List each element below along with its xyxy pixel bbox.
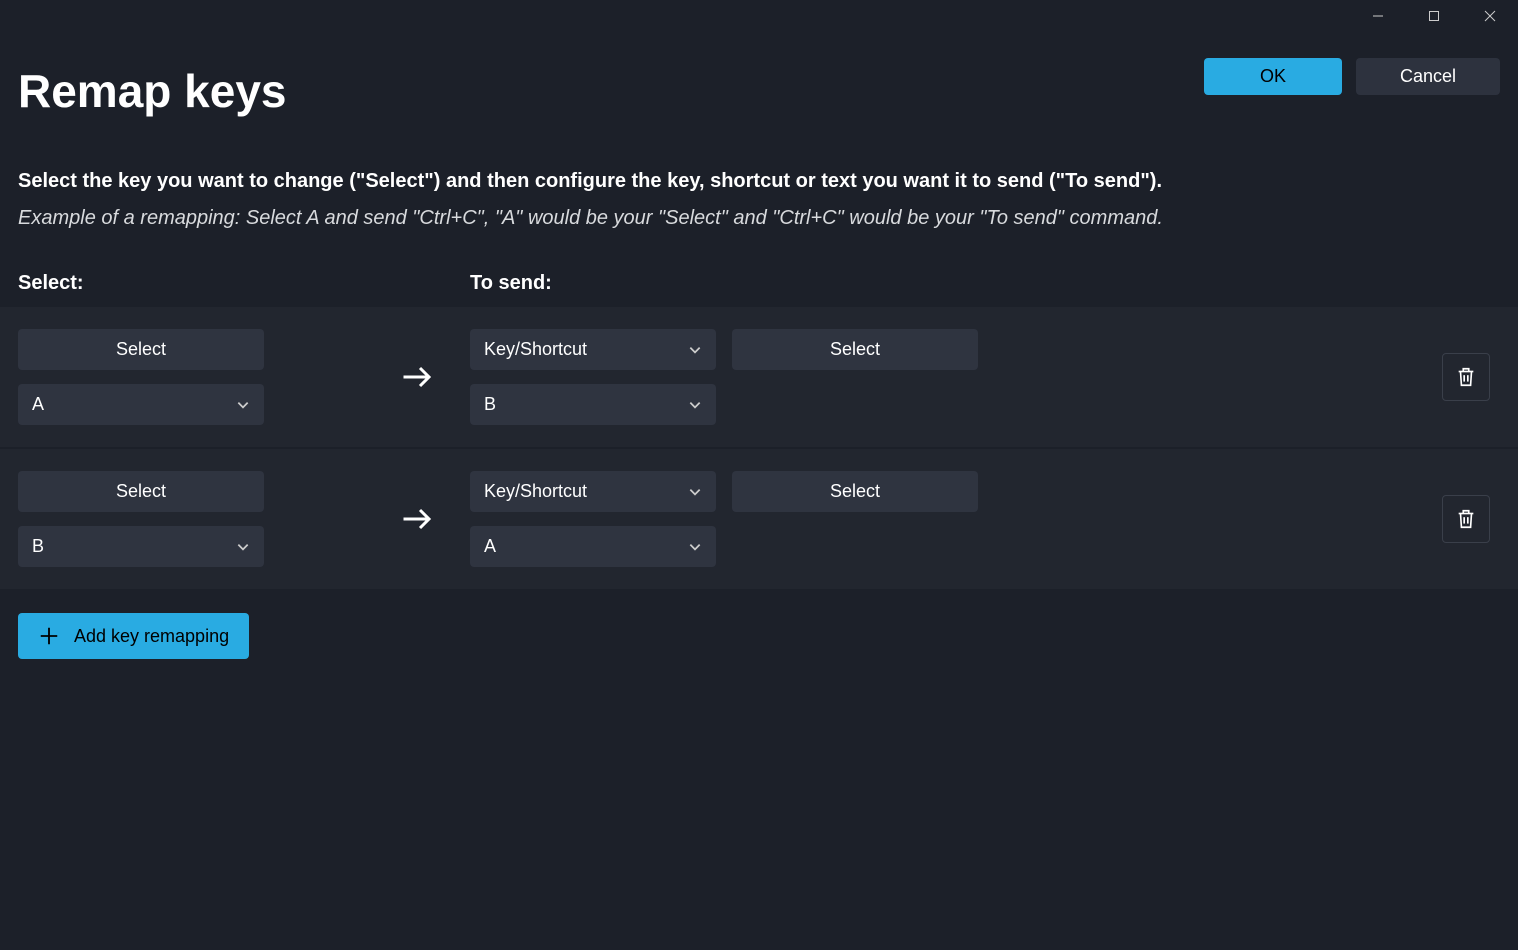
add-remapping-label: Add key remapping	[74, 626, 229, 647]
instruction-primary: Select the key you want to change ("Sele…	[18, 170, 1500, 193]
delete-mapping-button[interactable]	[1442, 495, 1490, 543]
minimize-icon	[1372, 10, 1384, 22]
trash-icon	[1455, 366, 1477, 388]
add-remapping-button[interactable]: Add key remapping	[18, 613, 249, 659]
tosend-select-button[interactable]: Select	[732, 471, 978, 512]
column-header-tosend: To send:	[470, 272, 552, 295]
add-row: Add key remapping	[0, 591, 1518, 681]
select-group: Select B	[18, 471, 364, 567]
mapping-row: Select B Key/Shortcut A Select	[0, 449, 1518, 589]
tosend-key-dropdown[interactable]: A	[470, 526, 716, 567]
tosend-type-value: Key/Shortcut	[484, 481, 587, 502]
tosend-select-button[interactable]: Select	[732, 329, 978, 370]
tosend-type-col: Key/Shortcut A	[470, 471, 716, 567]
column-headers: Select: To send:	[0, 230, 1518, 307]
select-key-button[interactable]: Select	[18, 471, 264, 512]
arrow-right-icon	[399, 359, 435, 395]
tosend-type-value: Key/Shortcut	[484, 339, 587, 360]
chevron-down-icon	[236, 540, 250, 554]
chevron-down-icon	[688, 343, 702, 357]
tosend-type-dropdown[interactable]: Key/Shortcut	[470, 329, 716, 370]
chevron-down-icon	[688, 398, 702, 412]
select-key-button[interactable]: Select	[18, 329, 264, 370]
instruction-example: Example of a remapping: Select A and sen…	[18, 207, 1500, 230]
cancel-button[interactable]: Cancel	[1356, 58, 1500, 95]
ok-button[interactable]: OK	[1204, 58, 1342, 95]
chevron-down-icon	[688, 540, 702, 554]
select-key-dropdown[interactable]: B	[18, 526, 264, 567]
arrow-indicator	[364, 501, 470, 537]
close-button[interactable]	[1462, 0, 1518, 32]
page-title: Remap keys	[18, 64, 287, 118]
select-group: Select A	[18, 329, 364, 425]
tosend-key-value: A	[484, 536, 496, 557]
tosend-type-dropdown[interactable]: Key/Shortcut	[470, 471, 716, 512]
tosend-group: Key/Shortcut B Select	[470, 329, 978, 425]
header: Remap keys OK Cancel	[0, 32, 1518, 118]
trash-icon	[1455, 508, 1477, 530]
maximize-button[interactable]	[1406, 0, 1462, 32]
window-titlebar	[0, 0, 1518, 32]
chevron-down-icon	[688, 485, 702, 499]
select-key-dropdown[interactable]: A	[18, 384, 264, 425]
column-header-select: Select:	[18, 272, 470, 295]
close-icon	[1484, 10, 1496, 22]
delete-cell	[1442, 495, 1500, 543]
arrow-right-icon	[399, 501, 435, 537]
instructions: Select the key you want to change ("Sele…	[0, 118, 1518, 230]
tosend-group: Key/Shortcut A Select	[470, 471, 978, 567]
tosend-key-dropdown[interactable]: B	[470, 384, 716, 425]
chevron-down-icon	[236, 398, 250, 412]
delete-mapping-button[interactable]	[1442, 353, 1490, 401]
plus-icon	[38, 625, 60, 647]
tosend-type-col: Key/Shortcut B	[470, 329, 716, 425]
delete-cell	[1442, 353, 1500, 401]
minimize-button[interactable]	[1350, 0, 1406, 32]
tosend-key-value: B	[484, 394, 496, 415]
select-key-value: A	[32, 394, 44, 415]
maximize-icon	[1428, 10, 1440, 22]
select-key-value: B	[32, 536, 44, 557]
mapping-row: Select A Key/Shortcut B Select	[0, 307, 1518, 447]
arrow-indicator	[364, 359, 470, 395]
header-actions: OK Cancel	[1204, 58, 1500, 95]
